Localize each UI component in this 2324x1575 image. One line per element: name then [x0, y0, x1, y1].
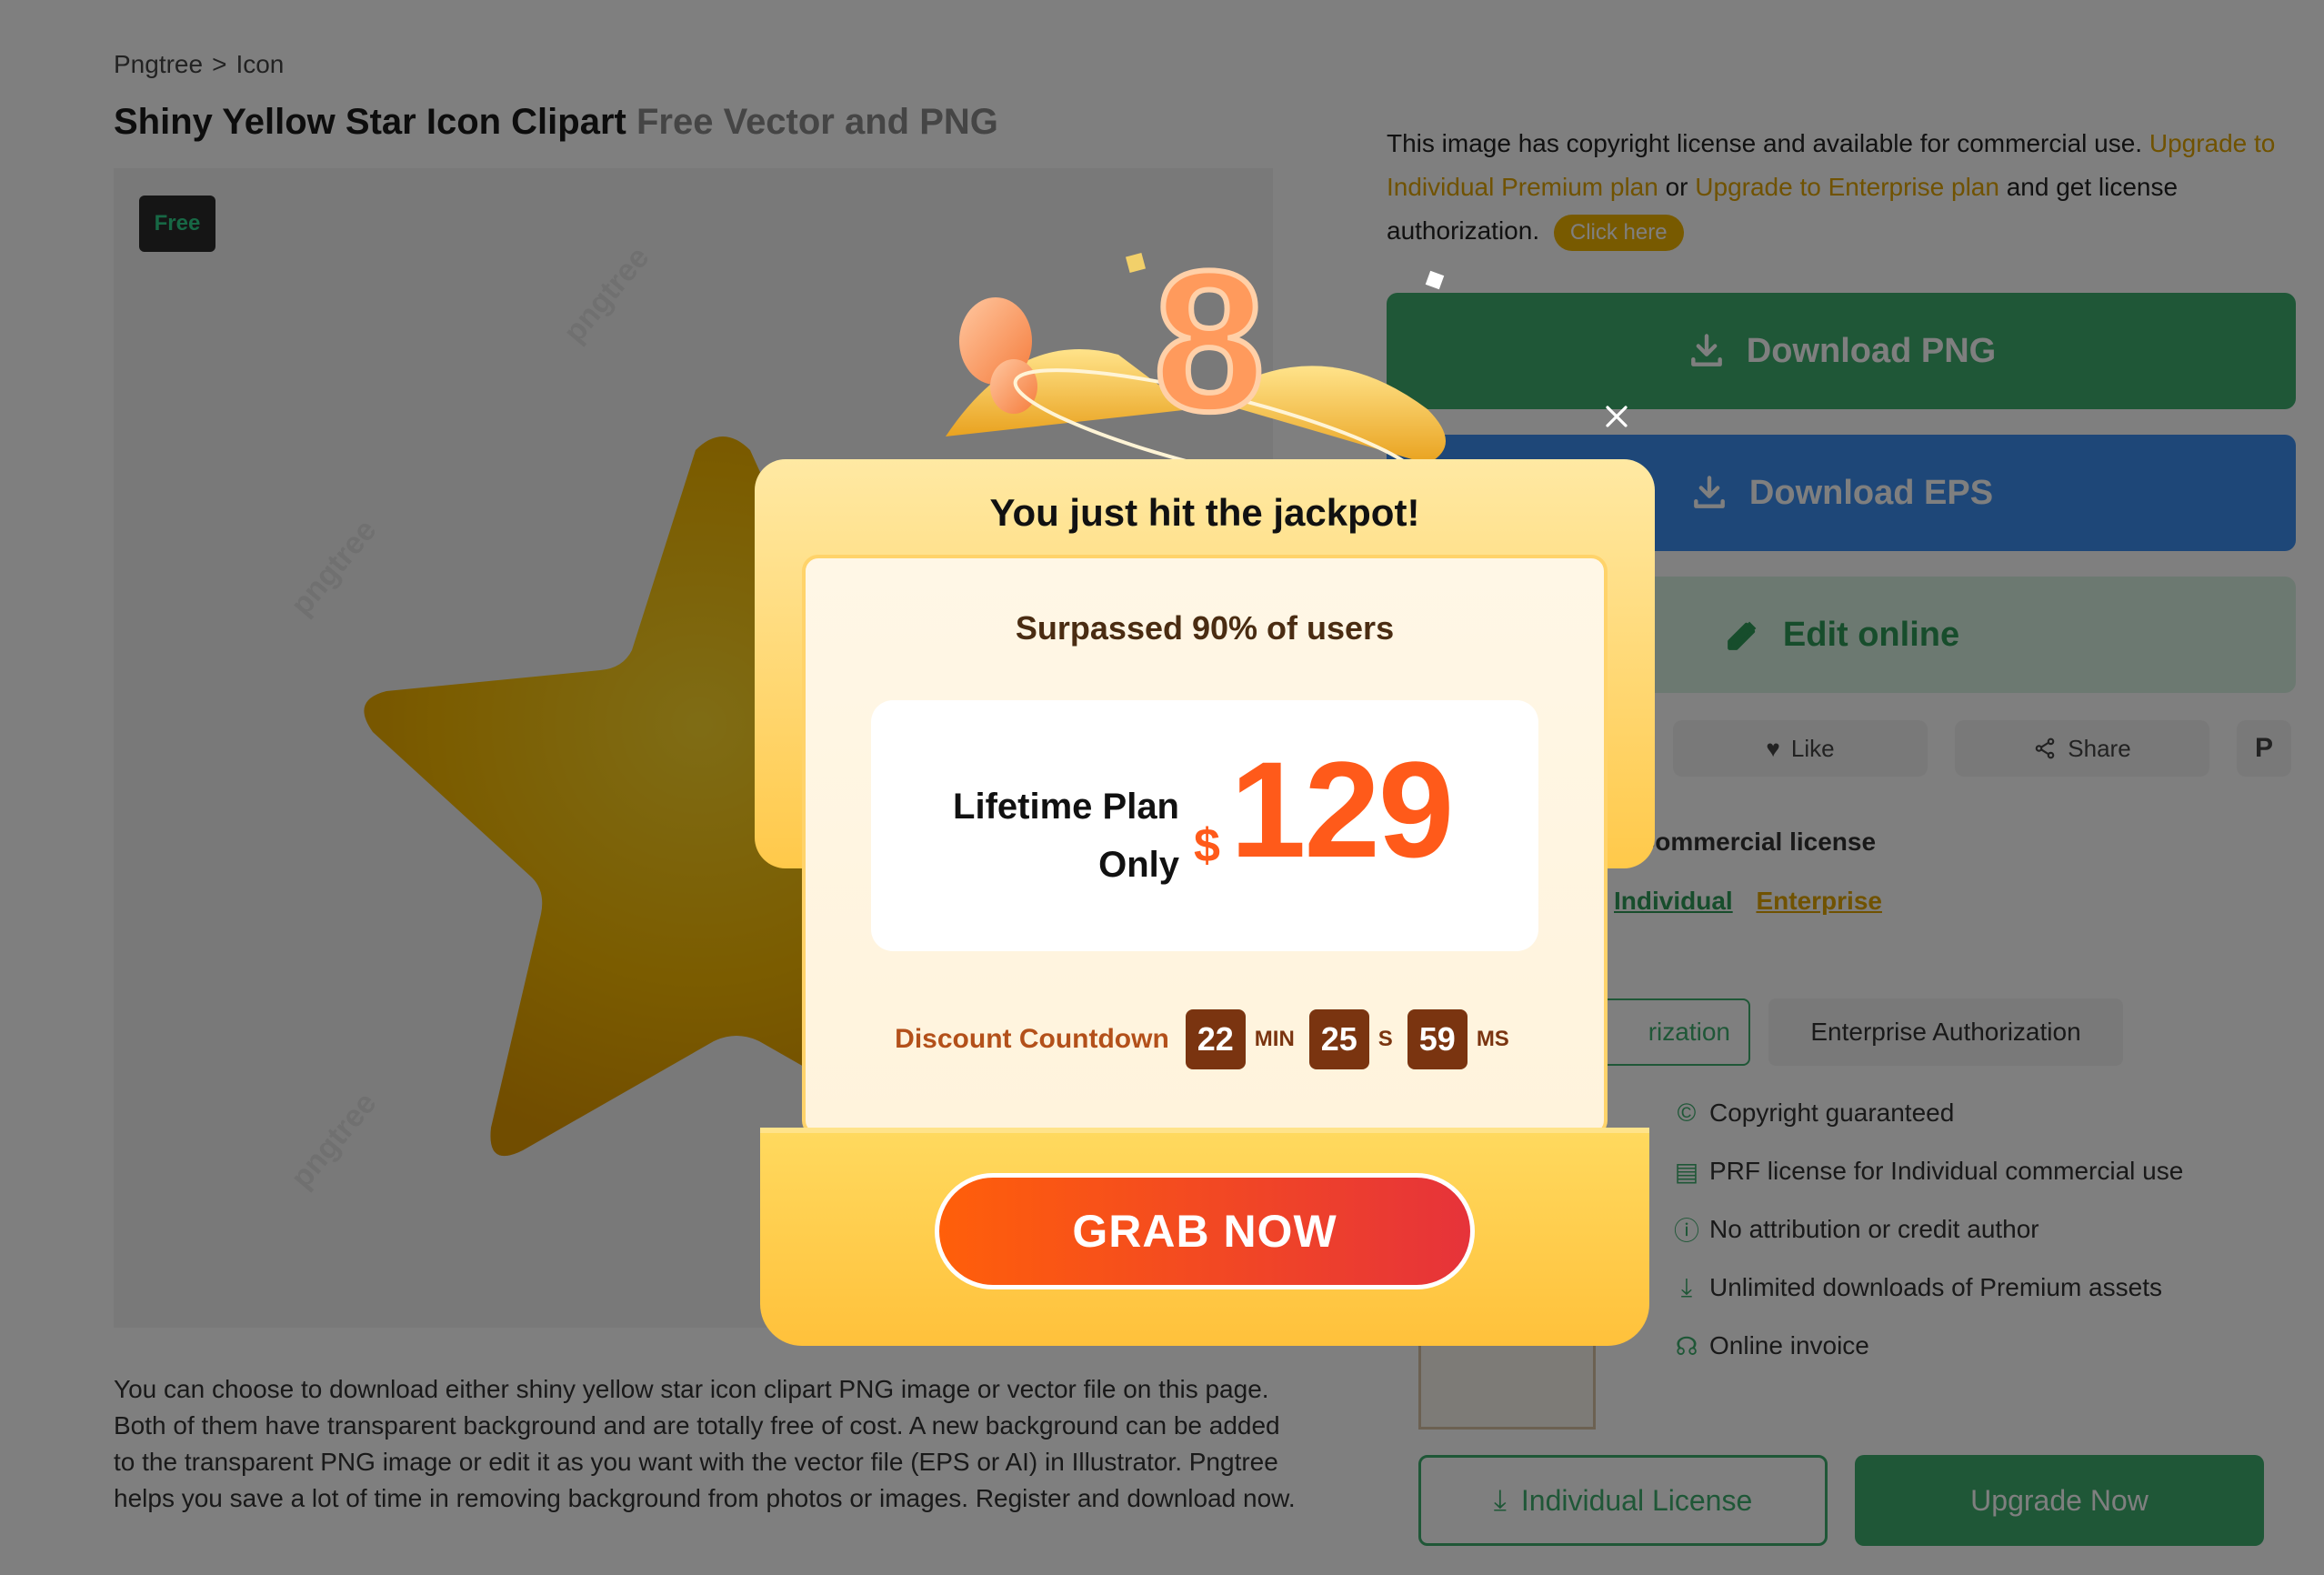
modal-headline: You just hit the jackpot! [989, 491, 1420, 534]
discount-countdown: Discount Countdown 22 MIN 25 S 59 MS [755, 1009, 1655, 1069]
price-box: Lifetime Plan Only $ 129 [871, 700, 1538, 951]
countdown-minutes-unit: MIN [1254, 1027, 1295, 1051]
countdown-label: Discount Countdown [895, 1024, 1169, 1054]
grab-now-button[interactable]: GRAB NOW [935, 1173, 1475, 1289]
plan-name: Lifetime Plan Only [953, 777, 1179, 894]
price-value: 129 [1230, 733, 1454, 886]
badge-number: 8 [1151, 229, 1267, 453]
countdown-seconds: 25 [1308, 1009, 1369, 1069]
countdown-ms-unit: MS [1476, 1027, 1509, 1051]
countdown-ms: 59 [1407, 1009, 1468, 1069]
surpassed-text: Surpassed 90% of users [1015, 609, 1395, 647]
grab-now-label: GRAB NOW [1072, 1206, 1337, 1257]
promo-modal: You just hit the jackpot! Surpassed 90% … [755, 227, 1655, 1346]
countdown-seconds-unit: S [1377, 1027, 1393, 1051]
currency-symbol: $ [1194, 819, 1220, 872]
countdown-minutes: 22 [1185, 1009, 1246, 1069]
plan-name-line1: Lifetime Plan [953, 787, 1179, 827]
plan-name-line2: Only [1098, 845, 1179, 885]
